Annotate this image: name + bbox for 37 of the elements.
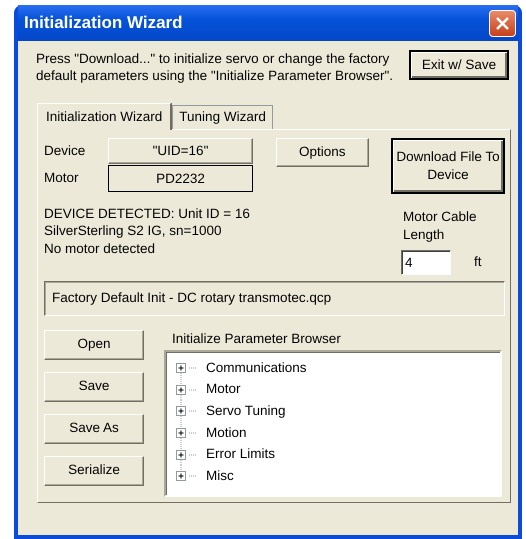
options-button[interactable]: Options — [276, 138, 369, 167]
motor-label: Motor — [44, 170, 80, 188]
tab[interactable]: Initialization Wizard — [37, 102, 172, 130]
expand-icon[interactable] — [176, 471, 186, 482]
tree-item[interactable]: Servo Tuning — [206, 403, 286, 420]
tree-item[interactable]: Error Limits — [206, 446, 276, 464]
instructions-text: Press "Download..." to initialize servo or change the factory default parameters using the "Initialize Parameter Browser". — [36, 51, 394, 85]
expand-icon[interactable] — [176, 406, 186, 416]
file-button[interactable]: Serialize — [44, 456, 144, 486]
device-button[interactable]: "UID=16" — [108, 138, 253, 164]
download-button[interactable]: Download File To Device — [391, 138, 505, 194]
file-button[interactable]: Save As — [44, 414, 144, 444]
status-text: SilverSterling S2 IG, sn=1000 — [44, 222, 222, 240]
file-button[interactable]: Open — [44, 330, 144, 360]
file-button[interactable]: Save — [44, 372, 144, 402]
expand-icon[interactable] — [176, 428, 186, 438]
close-button[interactable] — [489, 10, 516, 36]
status-text: DEVICE DETECTED: Unit ID = 16 — [44, 204, 250, 222]
expand-icon[interactable] — [176, 450, 186, 460]
tree-item[interactable]: Motor — [206, 381, 241, 398]
window-title: Initialization Wizard — [24, 12, 183, 34]
tree-item[interactable]: Misc — [206, 468, 234, 485]
browser-title: Initialize Parameter Browser — [172, 330, 342, 348]
motor-field: PD2232 — [108, 165, 253, 192]
cable-length-input[interactable]: 4 — [401, 250, 451, 275]
device-label: Device — [44, 142, 86, 160]
tree-item[interactable]: Communications — [206, 360, 307, 377]
close-icon — [495, 16, 510, 30]
exit-save-button[interactable]: Exit w/ Save — [409, 50, 509, 80]
status-text: No motor detected — [44, 240, 156, 258]
unit-label: ft — [474, 254, 482, 271]
cable-length-label: Motor Cable Length — [403, 208, 478, 244]
tree-item[interactable]: Motion — [206, 424, 247, 442]
file-name-field: Factory Default Init - DC rotary transmotec.qcp — [44, 280, 505, 316]
expand-icon[interactable] — [176, 363, 186, 374]
expand-icon[interactable] — [176, 384, 186, 395]
tab[interactable]: Tuning Wizard — [172, 104, 273, 129]
